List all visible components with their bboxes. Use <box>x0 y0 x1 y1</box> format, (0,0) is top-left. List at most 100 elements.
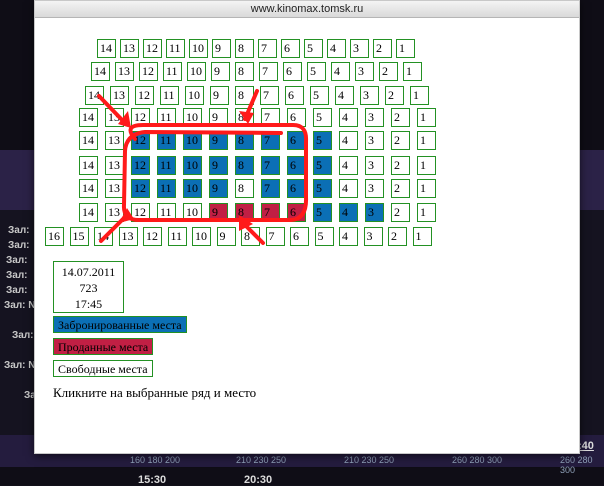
seat[interactable]: 2 <box>379 62 398 81</box>
seat[interactable]: 13 <box>105 108 124 127</box>
seat[interactable]: 4 <box>339 179 358 198</box>
seat[interactable]: 10 <box>187 62 206 81</box>
seat[interactable]: 2 <box>385 86 404 105</box>
seat[interactable]: 2 <box>391 203 410 222</box>
seat[interactable]: 6 <box>287 179 306 198</box>
seat[interactable]: 3 <box>350 39 369 58</box>
seat[interactable]: 7 <box>261 179 280 198</box>
seat[interactable]: 13 <box>105 179 124 198</box>
seat[interactable]: 14 <box>91 62 110 81</box>
seat[interactable]: 14 <box>79 156 98 175</box>
seat[interactable]: 1 <box>417 108 436 127</box>
seat[interactable]: 10 <box>183 131 202 150</box>
seat[interactable]: 14 <box>97 39 116 58</box>
seat[interactable]: 3 <box>365 156 384 175</box>
seat[interactable]: 12 <box>131 131 150 150</box>
seat[interactable]: 7 <box>261 203 280 222</box>
seat[interactable]: 12 <box>131 179 150 198</box>
seat[interactable]: 14 <box>79 108 98 127</box>
seat[interactable]: 5 <box>307 62 326 81</box>
seat[interactable]: 10 <box>185 86 204 105</box>
seat[interactable]: 10 <box>192 227 211 246</box>
seat[interactable]: 7 <box>259 62 278 81</box>
seat[interactable]: 11 <box>157 131 176 150</box>
seat[interactable]: 9 <box>209 203 228 222</box>
seat[interactable]: 6 <box>283 62 302 81</box>
seat[interactable]: 13 <box>105 156 124 175</box>
seat[interactable]: 11 <box>157 203 176 222</box>
seat[interactable]: 1 <box>412 227 432 246</box>
seat[interactable]: 13 <box>118 227 138 246</box>
seat[interactable]: 2 <box>391 156 410 175</box>
seat[interactable]: 12 <box>143 227 162 246</box>
seat[interactable]: 8 <box>235 179 254 198</box>
seat[interactable]: 13 <box>115 62 134 81</box>
seat[interactable]: 3 <box>360 86 379 105</box>
seat[interactable]: 13 <box>105 131 124 150</box>
seat[interactable]: 10 <box>183 179 202 198</box>
seat[interactable]: 11 <box>160 86 179 105</box>
seat[interactable]: 5 <box>310 86 329 105</box>
seat[interactable]: 2 <box>391 179 410 198</box>
seat[interactable]: 3 <box>363 227 383 246</box>
seat[interactable]: 4 <box>339 108 358 127</box>
seat[interactable]: 11 <box>167 227 187 246</box>
seat[interactable]: 16 <box>45 227 64 246</box>
seat[interactable]: 1 <box>417 179 436 198</box>
seat[interactable]: 7 <box>261 108 280 127</box>
seat[interactable]: 1 <box>417 203 436 222</box>
seat[interactable]: 2 <box>388 227 407 246</box>
seat[interactable]: 8 <box>235 86 254 105</box>
seat[interactable]: 12 <box>131 156 150 175</box>
seat[interactable]: 7 <box>260 86 279 105</box>
seat[interactable]: 1 <box>417 131 436 150</box>
seat[interactable]: 14 <box>94 227 113 246</box>
seat[interactable]: 1 <box>396 39 415 58</box>
seat[interactable]: 8 <box>235 203 254 222</box>
seat[interactable]: 8 <box>235 131 254 150</box>
seat[interactable]: 7 <box>261 156 280 175</box>
seat[interactable]: 4 <box>331 62 350 81</box>
seat[interactable]: 6 <box>287 203 306 222</box>
seat[interactable]: 3 <box>365 108 384 127</box>
seat[interactable]: 12 <box>131 108 150 127</box>
seat[interactable]: 3 <box>355 62 374 81</box>
seat[interactable]: 13 <box>110 86 129 105</box>
seat[interactable]: 8 <box>235 62 254 81</box>
seat[interactable]: 8 <box>241 227 260 246</box>
seat[interactable]: 7 <box>258 39 277 58</box>
seat[interactable]: 12 <box>131 203 150 222</box>
seat[interactable]: 8 <box>235 156 254 175</box>
seat[interactable]: 4 <box>339 131 358 150</box>
seat[interactable]: 6 <box>285 86 304 105</box>
seat[interactable]: 3 <box>365 131 384 150</box>
session-time-link[interactable]: 15:30 <box>138 474 166 486</box>
seat[interactable]: 2 <box>391 108 410 127</box>
seat[interactable]: 8 <box>235 39 254 58</box>
seat[interactable]: 5 <box>304 39 323 58</box>
seat[interactable]: 8 <box>235 108 254 127</box>
seat[interactable]: 9 <box>216 227 236 246</box>
seat[interactable]: 7 <box>261 131 280 150</box>
seat[interactable]: 4 <box>339 156 358 175</box>
seat[interactable]: 14 <box>79 131 98 150</box>
session-time-link[interactable]: 20:30 <box>244 474 272 486</box>
seat[interactable]: 5 <box>313 156 332 175</box>
seat[interactable]: 12 <box>135 86 154 105</box>
seat[interactable]: 2 <box>391 131 410 150</box>
seat[interactable]: 9 <box>211 62 230 81</box>
seat[interactable]: 5 <box>313 108 332 127</box>
seat[interactable]: 12 <box>139 62 158 81</box>
seat[interactable]: 11 <box>157 179 176 198</box>
seat[interactable]: 14 <box>85 86 104 105</box>
seat[interactable]: 3 <box>365 203 384 222</box>
seat[interactable]: 14 <box>79 179 98 198</box>
seat[interactable]: 11 <box>163 62 182 81</box>
seat[interactable]: 5 <box>314 227 334 246</box>
seat[interactable]: 4 <box>327 39 346 58</box>
seat[interactable]: 5 <box>313 179 332 198</box>
seat[interactable]: 7 <box>265 227 285 246</box>
seat[interactable]: 10 <box>183 203 202 222</box>
seat[interactable]: 2 <box>373 39 392 58</box>
seat[interactable]: 1 <box>403 62 422 81</box>
